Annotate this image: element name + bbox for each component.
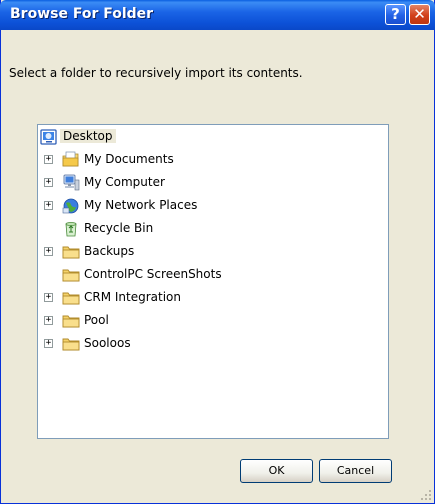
- tree-item-label: CRM Integration: [84, 290, 182, 304]
- ok-button[interactable]: OK: [240, 459, 313, 483]
- cancel-button[interactable]: Cancel: [319, 459, 392, 483]
- tree-item-pool[interactable]: + Pool: [44, 311, 344, 331]
- expand-icon[interactable]: +: [44, 339, 53, 348]
- tree-item-label: ControlPC ScreenShots: [84, 267, 222, 281]
- tree-item-label: Recycle Bin: [84, 221, 154, 235]
- tree-item-label: Backups: [84, 244, 135, 258]
- tree-item-controlpc-screenshots[interactable]: ControlPC ScreenShots: [44, 265, 344, 285]
- my-computer-icon: [63, 174, 80, 191]
- folder-icon: [62, 315, 80, 328]
- title-bar[interactable]: Browse For Folder ? ✕: [0, 0, 435, 30]
- tree-item-label: My Documents: [84, 152, 174, 166]
- recycle-bin-icon: [65, 222, 77, 237]
- tree-item-label: Sooloos: [84, 336, 131, 350]
- expand-icon[interactable]: +: [44, 247, 53, 256]
- tree-item-my-network-places[interactable]: + My Network Places: [44, 196, 344, 216]
- close-button[interactable]: ✕: [409, 4, 430, 25]
- expand-icon[interactable]: +: [44, 178, 53, 187]
- my-documents-icon: [62, 151, 79, 167]
- expand-icon[interactable]: +: [44, 201, 53, 210]
- folder-icon: [62, 292, 80, 305]
- expand-icon[interactable]: +: [44, 316, 53, 325]
- tree-item-my-computer[interactable]: + My Computer: [44, 173, 344, 193]
- instructions-text: Select a folder to recursively import it…: [9, 66, 303, 80]
- help-icon: ?: [391, 5, 400, 23]
- desktop-icon: [40, 129, 57, 145]
- expand-icon[interactable]: +: [44, 155, 53, 164]
- folder-icon: [62, 246, 80, 259]
- tree-item-label: My Computer: [84, 175, 165, 189]
- tree-item-sooloos[interactable]: + Sooloos: [44, 334, 344, 354]
- help-button[interactable]: ?: [385, 4, 406, 25]
- folder-icon: [62, 269, 80, 282]
- tree-item-backups[interactable]: + Backups: [44, 242, 344, 262]
- tree-item-label: My Network Places: [84, 198, 198, 212]
- tree-item-recycle-bin[interactable]: Recycle Bin: [44, 219, 344, 239]
- resize-grip-icon[interactable]: [420, 489, 432, 501]
- expand-icon[interactable]: +: [44, 293, 53, 302]
- tree-item-my-documents[interactable]: + My Documents: [44, 150, 344, 170]
- dialog-title: Browse For Folder: [10, 6, 154, 22]
- tree-item-crm-integration[interactable]: + CRM Integration: [44, 288, 344, 308]
- folder-tree[interactable]: Desktop + My Documents + My Computer + M…: [37, 124, 389, 439]
- browse-for-folder-dialog: Browse For Folder ? ✕ Select a folder to…: [0, 0, 435, 504]
- network-places-icon: [62, 198, 79, 214]
- tree-item-desktop[interactable]: Desktop: [40, 127, 240, 147]
- tree-item-label: Desktop: [60, 129, 116, 143]
- close-icon: ✕: [413, 5, 426, 23]
- folder-icon: [62, 338, 80, 351]
- tree-item-label: Pool: [84, 313, 109, 327]
